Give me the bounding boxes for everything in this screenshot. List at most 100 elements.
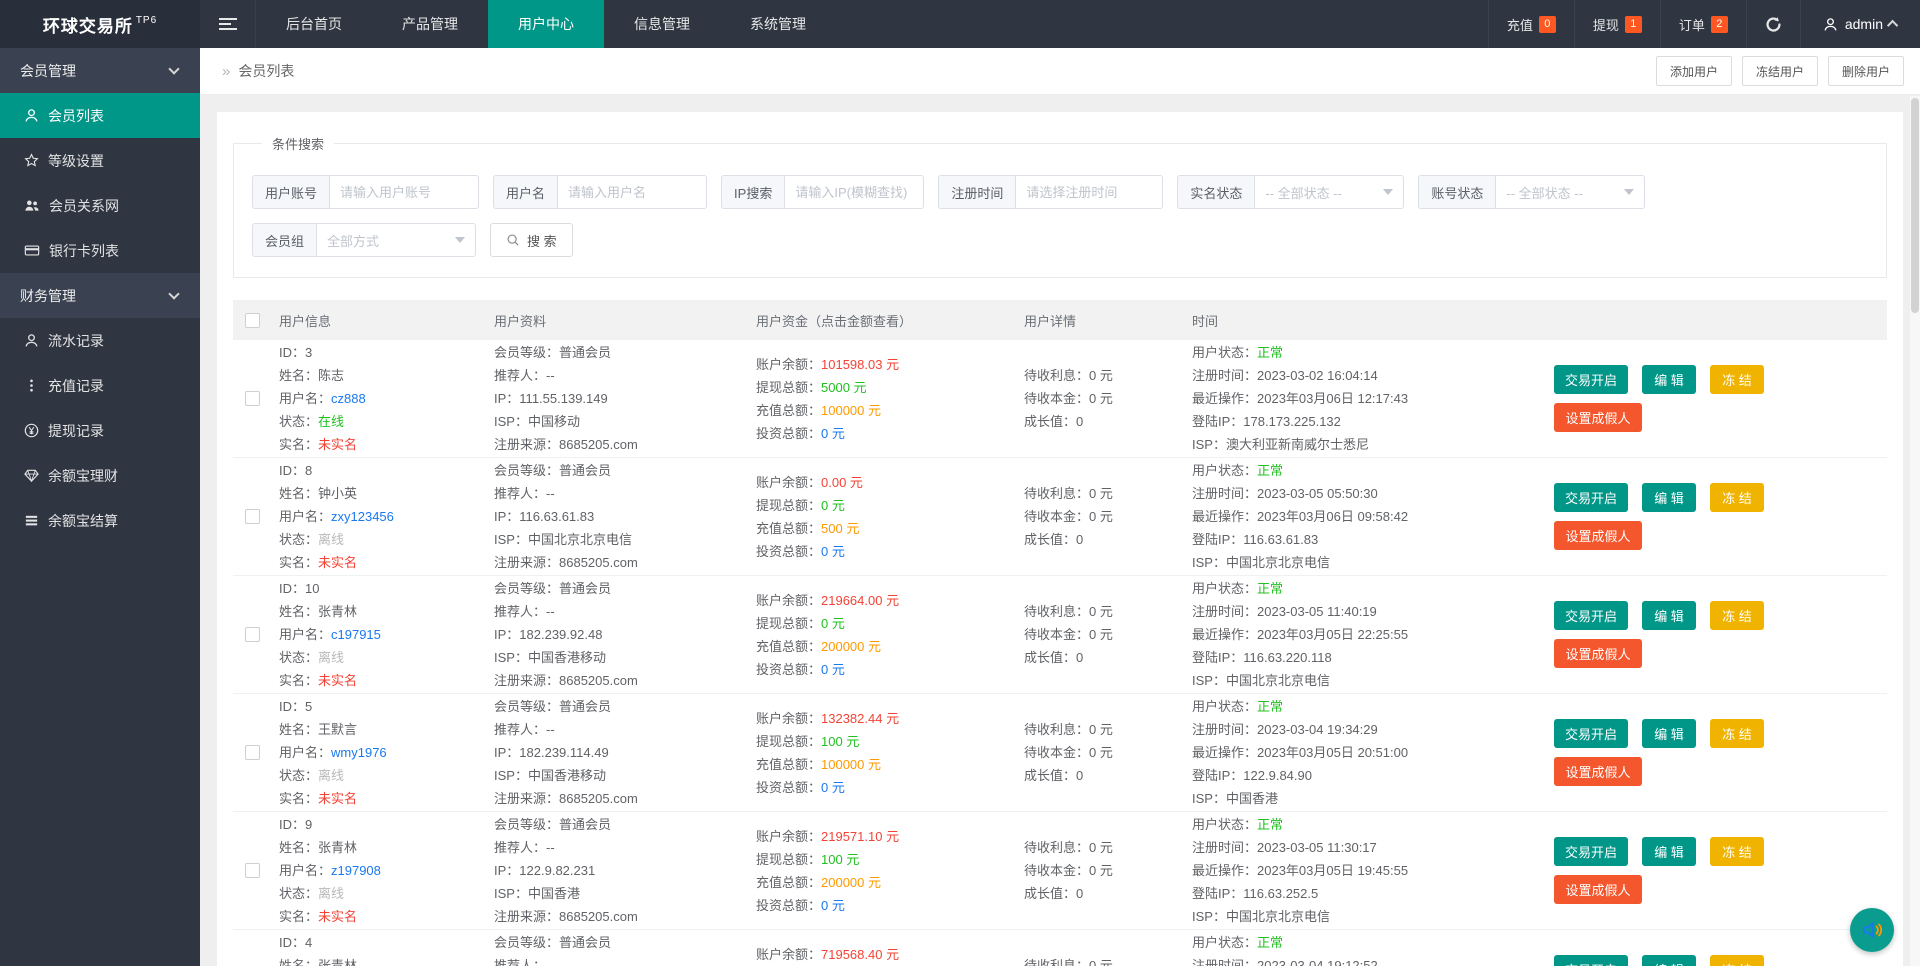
recharge-total[interactable]: 200000 元 xyxy=(821,639,881,654)
search-button[interactable]: 搜 索 xyxy=(490,223,573,257)
freeze-button[interactable]: 冻 结 xyxy=(1710,955,1764,966)
user-details-cell: 待收利息：0 元 待收本金：0 元 成长值：0 xyxy=(1024,840,1113,901)
account-balance[interactable]: 219664.00 元 xyxy=(821,593,899,608)
edit-button[interactable]: 编 辑 xyxy=(1642,365,1696,394)
username-input[interactable] xyxy=(557,175,708,209)
freeze-user-button[interactable]: 冻结用户 xyxy=(1741,56,1818,86)
recharge-total[interactable]: 200000 元 xyxy=(821,875,881,890)
sidebar-item-withdraw-records[interactable]: 提现记录 xyxy=(0,408,200,453)
invest-total[interactable]: 0 元 xyxy=(821,426,845,441)
row-checkbox[interactable] xyxy=(245,509,260,524)
set-fake-user-button[interactable]: 设置成假人 xyxy=(1554,521,1642,550)
nav-item-products[interactable]: 产品管理 xyxy=(372,0,488,48)
refresh-button[interactable] xyxy=(1745,0,1800,48)
edit-button[interactable]: 编 辑 xyxy=(1642,483,1696,512)
trade-toggle-button[interactable]: 交易开启 xyxy=(1554,955,1628,966)
withdraw-total[interactable]: 0 元 xyxy=(821,498,845,513)
row-checkbox[interactable] xyxy=(245,627,260,642)
nav-item-system[interactable]: 系统管理 xyxy=(720,0,836,48)
sidebar-item-member-list[interactable]: 会员列表 xyxy=(0,93,200,138)
sidebar-item-bank-cards[interactable]: 银行卡列表 xyxy=(0,228,200,273)
sidebar-item-recharge-records[interactable]: 充值记录 xyxy=(0,363,200,408)
account-status-select[interactable]: -- 全部状态 -- xyxy=(1495,175,1646,209)
row-checkbox[interactable] xyxy=(245,745,260,760)
sidebar-group-finance[interactable]: 财务管理 xyxy=(0,273,200,318)
nav-item-information[interactable]: 信息管理 xyxy=(604,0,720,48)
withdraw-total[interactable]: 0 元 xyxy=(821,616,845,631)
account-balance[interactable]: 0.00 元 xyxy=(821,475,863,490)
caret-down-icon xyxy=(1624,189,1635,195)
nav-item-dashboard[interactable]: 后台首页 xyxy=(256,0,372,48)
username-link[interactable]: zxy123456 xyxy=(331,509,394,524)
realname-status-select[interactable]: -- 全部状态 -- xyxy=(1254,175,1405,209)
nav-item-user-center[interactable]: 用户中心 xyxy=(488,0,604,48)
username-link[interactable]: c197915 xyxy=(331,627,381,642)
audio-notification-button[interactable] xyxy=(1850,908,1894,952)
account-balance[interactable]: 101598.03 元 xyxy=(821,357,899,372)
edit-button[interactable]: 编 辑 xyxy=(1642,601,1696,630)
invest-total[interactable]: 0 元 xyxy=(821,780,845,795)
trade-toggle-button[interactable]: 交易开启 xyxy=(1554,483,1628,512)
row-checkbox[interactable] xyxy=(245,863,260,878)
ip-input[interactable] xyxy=(784,175,925,209)
row-checkbox[interactable] xyxy=(245,391,260,406)
account-input[interactable] xyxy=(329,175,480,209)
account-balance[interactable]: 219571.10 元 xyxy=(821,829,899,844)
set-fake-user-button[interactable]: 设置成假人 xyxy=(1554,875,1642,904)
recharge-stat[interactable]: 充值 0 xyxy=(1487,0,1574,48)
trade-toggle-button[interactable]: 交易开启 xyxy=(1554,719,1628,748)
login-isp: 澳大利亚新南威尔士悉尼 xyxy=(1225,437,1369,452)
username-link[interactable]: cz888 xyxy=(331,391,366,406)
set-fake-user-button[interactable]: 设置成假人 xyxy=(1554,639,1642,668)
trade-toggle-button[interactable]: 交易开启 xyxy=(1554,837,1628,866)
account-balance[interactable]: 719568.40 元 xyxy=(821,947,899,962)
row-checkbox-cell xyxy=(233,930,279,966)
withdraw-total[interactable]: 5000 元 xyxy=(821,380,867,395)
recharge-total[interactable]: 100000 元 xyxy=(821,403,881,418)
sidebar-group-members[interactable]: 会员管理 xyxy=(0,48,200,93)
orders-stat[interactable]: 订单 2 xyxy=(1659,0,1746,48)
sidebar-item-level-settings[interactable]: 等级设置 xyxy=(0,138,200,183)
growth-value: 0 xyxy=(1076,532,1084,547)
admin-menu[interactable]: admin xyxy=(1799,0,1920,48)
freeze-button[interactable]: 冻 结 xyxy=(1710,365,1764,394)
actions-cell: 交易开启 编 辑 冻 结 设置成假人 xyxy=(1554,576,1887,693)
trade-toggle-button[interactable]: 交易开启 xyxy=(1554,601,1628,630)
sidebar-item-member-network[interactable]: 会员关系网 xyxy=(0,183,200,228)
edit-button[interactable]: 编 辑 xyxy=(1642,719,1696,748)
freeze-button[interactable]: 冻 结 xyxy=(1710,483,1764,512)
recharge-total[interactable]: 100000 元 xyxy=(821,757,881,772)
recharge-total[interactable]: 500 元 xyxy=(821,521,859,536)
delete-user-button[interactable]: 删除用户 xyxy=(1827,56,1904,86)
sidebar-item-yuebao-settle[interactable]: 余额宝结算 xyxy=(0,498,200,543)
regtime-input[interactable] xyxy=(1015,175,1164,209)
username-link[interactable]: z197908 xyxy=(331,863,381,878)
withdraw-total[interactable]: 100 元 xyxy=(821,852,859,867)
vertical-scrollbar[interactable] xyxy=(1910,96,1920,966)
freeze-button[interactable]: 冻 结 xyxy=(1710,719,1764,748)
freeze-button[interactable]: 冻 结 xyxy=(1710,837,1764,866)
set-fake-user-button[interactable]: 设置成假人 xyxy=(1554,757,1642,786)
select-all-checkbox[interactable] xyxy=(245,312,260,328)
member-group-filter: 会员组 全部方式 xyxy=(252,223,477,257)
trade-toggle-button[interactable]: 交易开启 xyxy=(1554,365,1628,394)
freeze-button[interactable]: 冻 结 xyxy=(1710,601,1764,630)
realname-status: 未实名 xyxy=(318,673,358,688)
withdraw-total[interactable]: 100 元 xyxy=(821,734,859,749)
invest-total[interactable]: 0 元 xyxy=(821,662,845,677)
sidebar-item-flow-records[interactable]: 流水记录 xyxy=(0,318,200,363)
sidebar-item-yuebao-invest[interactable]: 余额宝理财 xyxy=(0,453,200,498)
scrollbar-thumb[interactable] xyxy=(1911,98,1919,313)
withdraw-stat[interactable]: 提现 1 xyxy=(1573,0,1660,48)
member-group-select[interactable]: 全部方式 xyxy=(316,223,477,257)
last-operation-time: 2023年03月05日 19:45:55 xyxy=(1257,863,1409,878)
account-balance[interactable]: 132382.44 元 xyxy=(821,711,899,726)
invest-total[interactable]: 0 元 xyxy=(821,898,845,913)
invest-total[interactable]: 0 元 xyxy=(821,544,845,559)
edit-button[interactable]: 编 辑 xyxy=(1642,955,1696,966)
add-user-button[interactable]: 添加用户 xyxy=(1655,56,1732,86)
set-fake-user-button[interactable]: 设置成假人 xyxy=(1554,403,1642,432)
sidebar-toggle-button[interactable] xyxy=(200,0,256,48)
username-link[interactable]: wmy1976 xyxy=(331,745,387,760)
edit-button[interactable]: 编 辑 xyxy=(1642,837,1696,866)
